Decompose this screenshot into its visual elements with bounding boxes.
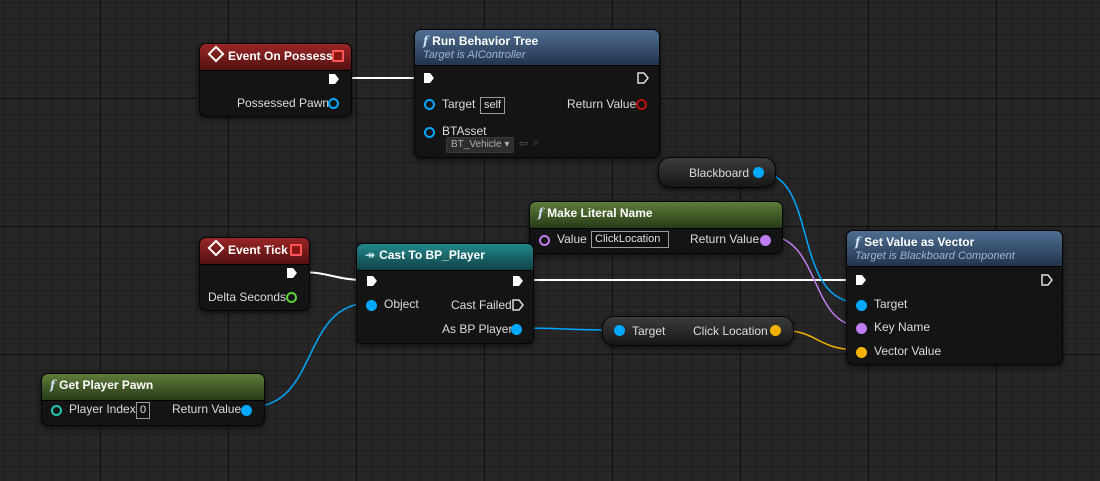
- node-run-behavior-tree[interactable]: f Run Behavior Tree Target is AIControlle…: [414, 29, 660, 158]
- pin-label: Object: [384, 297, 419, 311]
- exec-in-pin-icon[interactable]: [855, 274, 867, 286]
- node-header: Event Tick: [200, 238, 309, 265]
- btasset-dropdown[interactable]: BT_Vehicle ▾: [446, 137, 515, 153]
- pin-label: Possessed Pawn: [237, 96, 330, 110]
- pin-label: Click Location: [693, 324, 768, 338]
- event-icon: [207, 45, 225, 63]
- exec-out-pin-icon[interactable]: [637, 72, 649, 84]
- object-pin-icon[interactable]: [753, 167, 764, 178]
- node-subtitle: Target is AIController: [423, 49, 526, 61]
- object-pin-icon[interactable]: [328, 98, 339, 109]
- exec-out-pin-icon[interactable]: [328, 73, 340, 85]
- node-title: Get Player Pawn: [59, 378, 154, 392]
- cast-icon: ↠: [365, 248, 376, 262]
- object-pin-icon[interactable]: [511, 324, 522, 335]
- browse-search-icon[interactable]: ⌕: [533, 137, 539, 150]
- literal-value-box[interactable]: ClickLocation: [591, 231, 669, 248]
- chevron-down-icon: ▾: [504, 139, 510, 150]
- function-icon: f: [423, 34, 429, 48]
- node-header: f Set Value as Vector Target is Blackboar…: [847, 231, 1062, 267]
- target-value-box[interactable]: self: [480, 97, 506, 114]
- int-pin-icon[interactable]: [51, 405, 62, 416]
- pin-label: BTAsset: [442, 124, 487, 138]
- pin-label: Player Index: [69, 402, 136, 416]
- node-title: Event Tick: [228, 243, 288, 257]
- node-header: f Make Literal Name: [530, 202, 782, 229]
- pin-label: Return Value: [690, 232, 760, 246]
- exec-in-pin-icon[interactable]: [423, 72, 435, 84]
- node-header: f Get Player Pawn: [42, 374, 264, 401]
- node-title: Cast To BP_Player: [379, 248, 485, 262]
- wire-pawn-object: [249, 302, 371, 408]
- object-pin-icon[interactable]: [241, 405, 252, 416]
- vector-pin-icon[interactable]: [856, 347, 867, 358]
- pin-label: Value: [557, 232, 587, 246]
- object-pin-icon[interactable]: [614, 325, 625, 336]
- pin-label: Target: [632, 324, 666, 338]
- exec-out-pin-icon[interactable]: [512, 275, 524, 287]
- dropdown-value: BT_Vehicle: [451, 139, 502, 150]
- name-pin-icon[interactable]: [760, 235, 771, 246]
- use-selected-arrow-icon[interactable]: ⇦: [519, 137, 528, 150]
- float-pin-icon[interactable]: [286, 292, 297, 303]
- node-header: f Run Behavior Tree Target is AIControlle…: [415, 30, 659, 66]
- exec-in-pin-icon[interactable]: [366, 275, 378, 287]
- node-title: Run Behavior Tree: [432, 34, 539, 48]
- node-event-tick[interactable]: Event Tick Delta Seconds: [199, 237, 310, 311]
- node-subtitle: Target is Blackboard Component: [855, 250, 1015, 262]
- node-set-value-as-vector[interactable]: f Set Value as Vector Target is Blackboar…: [846, 230, 1063, 365]
- pin-label: Return Value: [567, 97, 637, 111]
- object-pin-icon[interactable]: [424, 99, 435, 110]
- pin-label: Vector Value: [874, 344, 942, 358]
- vector-pin-icon[interactable]: [770, 325, 781, 336]
- exec-out-pin-icon[interactable]: [286, 267, 298, 279]
- node-header: ↠ Cast To BP_Player: [357, 244, 533, 271]
- pin-label: Target: [442, 97, 476, 111]
- object-pin-icon[interactable]: [424, 127, 435, 138]
- name-pin-icon[interactable]: [856, 323, 867, 334]
- node-title: Event On Possess: [228, 49, 333, 63]
- variable-label: Blackboard: [689, 166, 750, 180]
- exec-failed-pin-icon[interactable]: [512, 299, 524, 311]
- function-icon: f: [855, 235, 861, 249]
- node-event-on-possess[interactable]: Event On Possess Possessed Pawn: [199, 43, 352, 117]
- node-get-player-pawn[interactable]: f Get Player Pawn Player Index 0 Return V…: [41, 373, 265, 426]
- node-click-location-getter[interactable]: Target Click Location: [602, 316, 794, 346]
- pin-label: Cast Failed: [451, 298, 512, 312]
- delegate-pin-icon[interactable]: [332, 50, 344, 62]
- object-pin-icon[interactable]: [366, 300, 377, 311]
- event-icon: [207, 239, 225, 257]
- node-header: Event On Possess: [200, 44, 351, 71]
- node-blackboard-variable[interactable]: Blackboard: [658, 157, 776, 188]
- delegate-pin-icon[interactable]: [290, 244, 302, 256]
- node-title: Make Literal Name: [547, 206, 653, 220]
- name-pin-icon[interactable]: [539, 235, 550, 246]
- return-pin-icon[interactable]: [636, 99, 647, 110]
- pin-label: Target: [874, 297, 908, 311]
- pin-label: As BP Player: [442, 322, 513, 336]
- object-pin-icon[interactable]: [856, 300, 867, 311]
- node-cast-to-bp-player[interactable]: ↠ Cast To BP_Player Object Cast Failed As…: [356, 243, 534, 344]
- node-title: Set Value as Vector: [864, 235, 975, 249]
- function-icon: f: [50, 378, 56, 392]
- pin-label: Key Name: [874, 320, 931, 334]
- player-index-box[interactable]: 0: [136, 402, 151, 419]
- pin-label: Delta Seconds: [208, 290, 287, 304]
- exec-out-pin-icon[interactable]: [1041, 274, 1053, 286]
- pin-label: Return Value: [172, 402, 242, 416]
- node-make-literal-name[interactable]: f Make Literal Name Value ClickLocation R…: [529, 201, 783, 254]
- function-icon: f: [538, 206, 544, 220]
